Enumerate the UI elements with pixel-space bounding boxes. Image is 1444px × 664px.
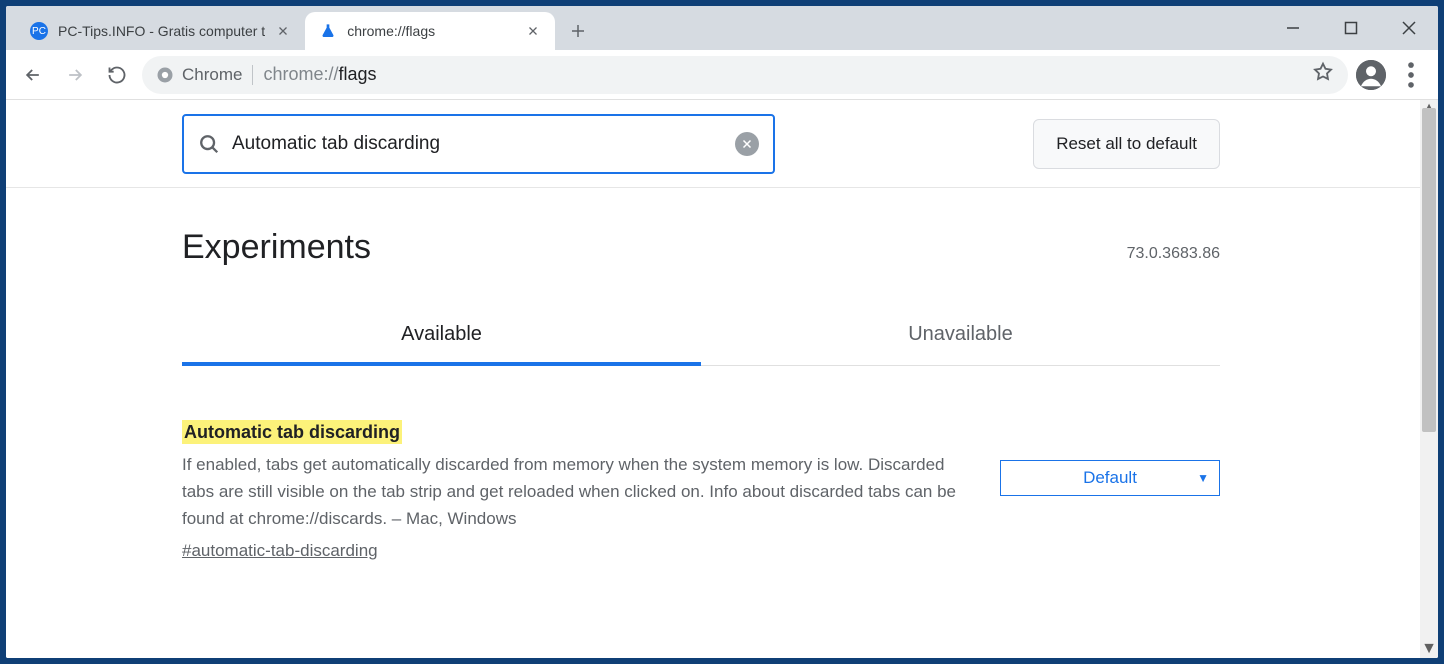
forward-button[interactable]	[58, 58, 92, 92]
flag-select[interactable]: Default ▼	[1000, 460, 1220, 496]
search-row: Reset all to default	[6, 100, 1420, 188]
reload-button[interactable]	[100, 58, 134, 92]
tab-strip: PC PC-Tips.INFO - Gratis computer t chro…	[6, 6, 595, 50]
tab-title: chrome://flags	[347, 23, 515, 39]
search-box[interactable]	[182, 114, 775, 174]
address-bar[interactable]: Chrome chrome://flags	[142, 56, 1348, 94]
tab-inactive[interactable]: PC PC-Tips.INFO - Gratis computer t	[16, 12, 305, 50]
chrome-chip: Chrome	[156, 65, 242, 85]
url-text: chrome://flags	[263, 64, 376, 85]
tab-title: PC-Tips.INFO - Gratis computer t	[58, 23, 265, 39]
divider	[252, 65, 253, 85]
scrollbar[interactable]: ▲ ▼	[1420, 100, 1438, 658]
main-panel: Experiments 73.0.3683.86 Available Unava…	[6, 188, 1420, 561]
titlebar: PC PC-Tips.INFO - Gratis computer t chro…	[6, 6, 1438, 50]
flag-description: If enabled, tabs get automatically disca…	[182, 451, 960, 533]
search-icon	[198, 133, 220, 155]
browser-window: PC PC-Tips.INFO - Gratis computer t chro…	[6, 6, 1438, 658]
search-input[interactable]	[232, 133, 723, 155]
profile-avatar[interactable]	[1356, 60, 1386, 90]
bookmark-star-icon[interactable]	[1312, 61, 1334, 88]
window-controls	[1264, 6, 1438, 50]
flask-icon	[319, 22, 337, 40]
reset-all-button[interactable]: Reset all to default	[1033, 119, 1220, 169]
scroll-down-icon[interactable]: ▼	[1420, 640, 1438, 658]
version-label: 73.0.3683.86	[1127, 245, 1220, 263]
flag-title: Automatic tab discarding	[182, 420, 402, 444]
close-window-button[interactable]	[1380, 6, 1438, 50]
maximize-button[interactable]	[1322, 6, 1380, 50]
flag-item: Automatic tab discarding If enabled, tab…	[182, 422, 1220, 561]
new-tab-button[interactable]	[561, 14, 595, 48]
page-title: Experiments	[182, 228, 371, 267]
flag-anchor-link[interactable]: #automatic-tab-discarding	[182, 541, 378, 561]
clear-search-icon[interactable]	[735, 132, 759, 156]
flag-tabs: Available Unavailable	[182, 323, 1220, 366]
toolbar: Chrome chrome://flags	[6, 50, 1438, 100]
chip-label: Chrome	[182, 65, 242, 85]
content-area: Reset all to default Experiments 73.0.36…	[6, 100, 1438, 658]
minimize-button[interactable]	[1264, 6, 1322, 50]
close-icon[interactable]	[275, 23, 291, 39]
tab-unavailable[interactable]: Unavailable	[701, 323, 1220, 365]
tab-available[interactable]: Available	[182, 323, 701, 366]
tab-active[interactable]: chrome://flags	[305, 12, 555, 50]
close-icon[interactable]	[525, 23, 541, 39]
flag-select-value: Default	[1083, 468, 1137, 488]
chevron-down-icon: ▼	[1197, 471, 1209, 485]
favicon-pctips: PC	[30, 22, 48, 40]
scrollbar-thumb[interactable]	[1422, 108, 1436, 432]
kebab-menu-icon[interactable]	[1394, 58, 1428, 92]
back-button[interactable]	[16, 58, 50, 92]
